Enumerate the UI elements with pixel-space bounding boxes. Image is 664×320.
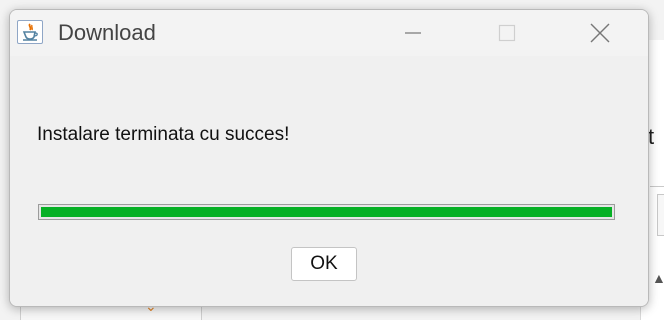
status-message: Instalare terminata cu succes! xyxy=(37,124,290,145)
progress-bar xyxy=(38,204,615,220)
minimize-icon xyxy=(405,32,421,34)
window-title: Download xyxy=(58,20,156,45)
maximize-icon xyxy=(498,24,516,42)
close-icon xyxy=(590,23,610,43)
background-tool-icon: ▲ xyxy=(652,270,664,286)
maximize-button[interactable] xyxy=(484,10,530,56)
download-dialog: Download Instalare terminata cu succes! … xyxy=(9,9,649,307)
background-field xyxy=(657,194,664,236)
dialog-content: Instalare terminata cu succes! OK xyxy=(10,56,648,306)
progress-fill xyxy=(41,207,612,217)
minimize-button[interactable] xyxy=(390,10,436,56)
title-bar[interactable]: Download xyxy=(10,10,648,56)
background-divider xyxy=(650,186,664,187)
close-button[interactable] xyxy=(577,10,623,56)
ok-button[interactable]: OK xyxy=(291,247,357,281)
java-icon xyxy=(17,20,43,44)
